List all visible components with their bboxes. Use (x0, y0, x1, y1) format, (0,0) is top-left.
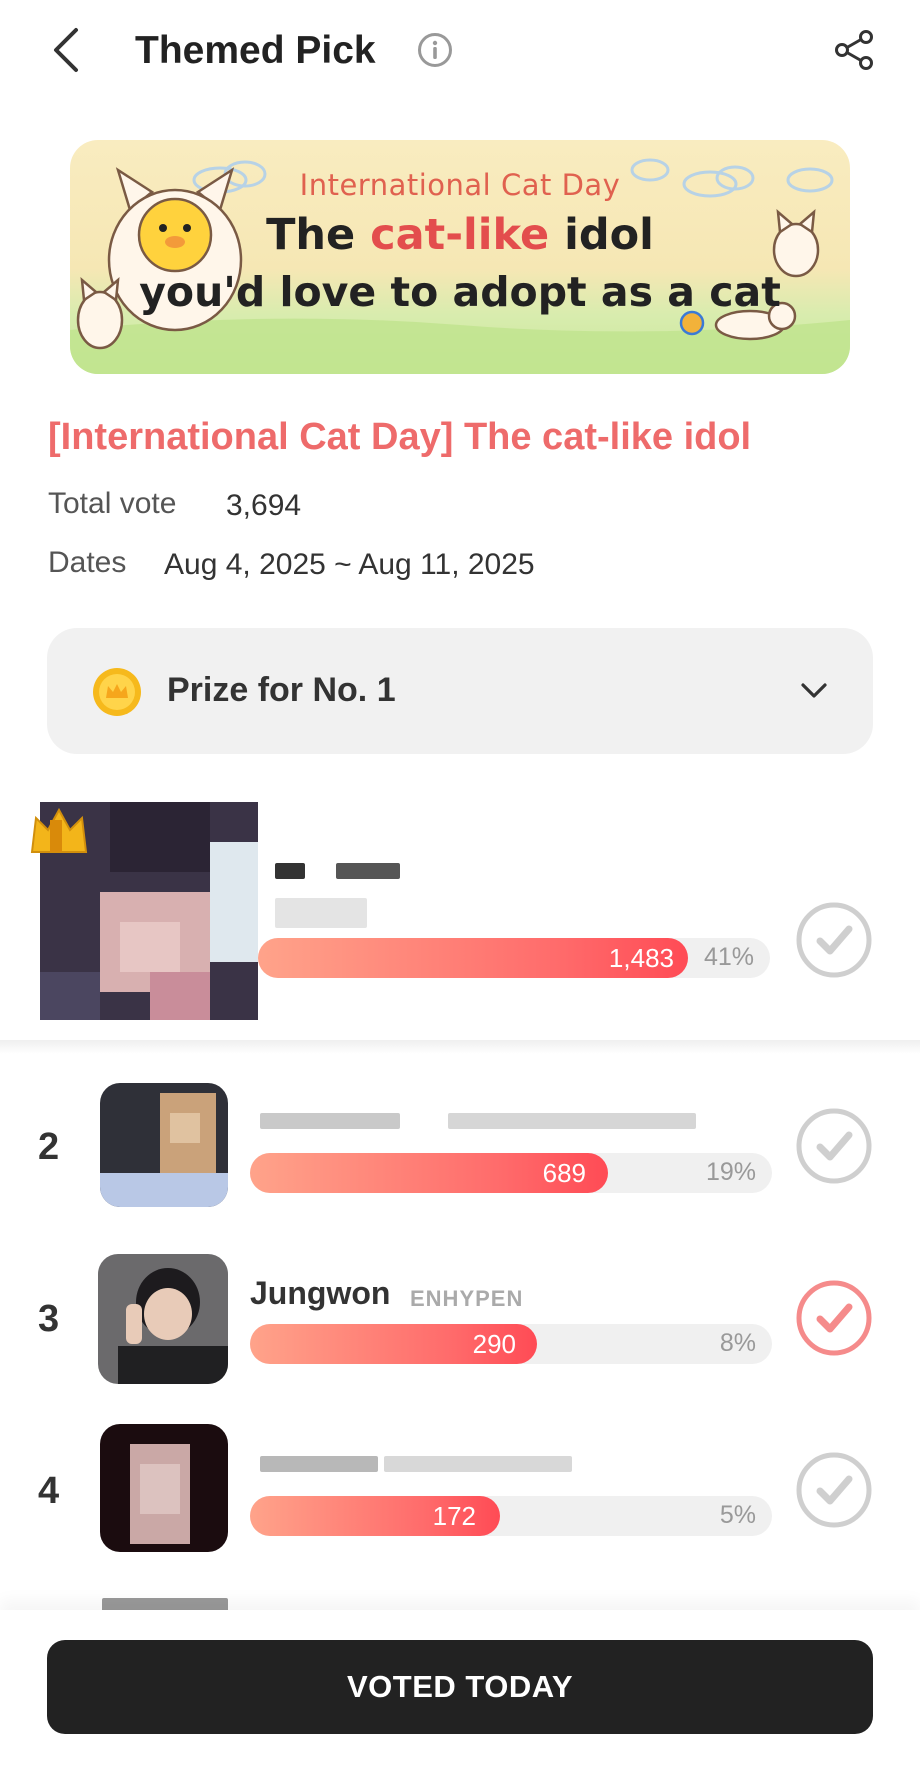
banner-headline-part: The (266, 210, 371, 260)
entry-4-vote-percent: 5% (719, 1501, 756, 1529)
check-icon[interactable] (796, 1108, 872, 1184)
info-icon[interactable] (417, 32, 453, 68)
entry-3-vote-count: 290 (472, 1329, 516, 1359)
check-icon-voted[interactable] (796, 1280, 872, 1356)
banner-subtitle: International Cat Day (299, 168, 621, 202)
entry-1-group-redacted (275, 898, 367, 928)
dates-value: Aug 4, 2025 ~ Aug 11, 2025 (164, 548, 535, 581)
idol-photo (98, 1254, 228, 1384)
banner-headline-highlight: cat-like (370, 210, 550, 260)
crown-icon (30, 807, 88, 853)
pixelated-photo (100, 1083, 228, 1207)
back-arrow-icon[interactable] (46, 26, 86, 74)
entry-2-rank: 2 (38, 1126, 60, 1168)
total-vote-value: 3,694 (226, 489, 302, 522)
coin-icon (93, 668, 141, 716)
banner-headline: The cat-like idol (70, 210, 850, 260)
page-title: Themed Pick (135, 29, 376, 72)
themed-banner[interactable]: International Cat Day The cat-like idol … (70, 140, 850, 374)
entry-2-name-redacted (260, 1113, 400, 1129)
entry-3-photo[interactable] (98, 1254, 228, 1384)
pick-title: [International Cat Day] The cat-like ido… (48, 416, 752, 458)
entry-3-vote-bar: 290 8% (250, 1324, 772, 1364)
entry-1-vote-percent: 41% (703, 943, 754, 971)
entry-3-group: ENHYPEN (410, 1286, 524, 1311)
banner-headline-part: idol (549, 210, 654, 260)
total-vote-label: Total vote (48, 487, 177, 520)
voted-today-button[interactable]: VOTED TODAY (47, 1640, 873, 1734)
entry-2-group-redacted (448, 1113, 696, 1129)
entry-1-name-redacted (336, 863, 400, 879)
entry-4-photo[interactable] (100, 1424, 228, 1552)
entry-3-vote-percent: 8% (719, 1329, 756, 1357)
entry-4-name-redacted (260, 1456, 378, 1472)
banner-headline-line2: you'd love to adopt as a cat (139, 268, 781, 316)
prize-label: Prize for No. 1 (167, 671, 396, 709)
pixelated-photo (100, 1424, 228, 1552)
section-divider (0, 1040, 920, 1054)
entry-1-vote-bar: 1,483 41% (258, 938, 770, 978)
entry-1-vote-count: 1,483 (608, 943, 674, 973)
entry-4-vote-bar: 172 5% (250, 1496, 772, 1536)
dates-label: Dates (48, 546, 127, 579)
entry-4-group-redacted (384, 1456, 572, 1472)
entry-3-name: Jungwon (250, 1275, 391, 1311)
entry-1-name-redacted (275, 863, 305, 879)
entry-2-vote-count: 689 (542, 1158, 586, 1188)
share-icon[interactable] (832, 28, 876, 72)
entry-3-rank: 3 (38, 1298, 60, 1340)
entry-4-vote-count: 172 (432, 1501, 476, 1531)
entry-2-vote-bar: 689 19% (250, 1153, 772, 1193)
entry-2-vote-percent: 19% (705, 1158, 756, 1186)
chevron-down-icon[interactable] (797, 674, 831, 708)
entry-4-rank: 4 (38, 1470, 60, 1512)
check-icon[interactable] (796, 1452, 872, 1528)
entry-2-photo[interactable] (100, 1083, 228, 1207)
check-icon[interactable] (796, 902, 872, 978)
prize-dropdown[interactable]: Prize for No. 1 (47, 628, 873, 754)
